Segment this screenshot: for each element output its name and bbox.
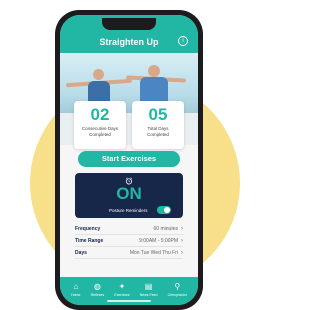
row-value: 60 minutes [153, 225, 178, 232]
home-indicator [107, 300, 151, 302]
reminder-toggle[interactable] [157, 206, 171, 214]
row-label: Days [75, 249, 87, 256]
photo-head [148, 65, 160, 77]
exercises-icon: ✦ [118, 282, 126, 291]
tab-chiropractor[interactable]: ⚲ Chiropractor [168, 277, 187, 305]
row-label: Time Range [75, 237, 104, 244]
phone-frame: Straighten Up i 02 Consecutive Days Comp… [55, 10, 203, 310]
stat-consecutive-days: 02 Consecutive Days Completed [74, 101, 126, 149]
stat-label: Consecutive Days Completed [81, 126, 119, 137]
chevron-right-icon: › [181, 237, 183, 244]
info-icon[interactable]: i [178, 36, 188, 46]
settings-row-time-range[interactable]: Time Range 9:00AM - 5:00PM › [75, 235, 183, 247]
home-icon: ⌂ [73, 282, 79, 291]
news-feed-icon: ▤ [144, 282, 153, 291]
tab-label: Reflexes [90, 293, 105, 297]
tab-label: Chiropractor [167, 293, 187, 297]
bottom-tab-bar: ⌂ Home ◍ Reflexes ✦ Exercises ▤ News Fee… [60, 277, 198, 305]
posture-reminder-card: ON Posture Reminders [75, 173, 183, 218]
reminder-status: ON [116, 184, 142, 203]
tab-label: Home [71, 293, 81, 297]
row-label: Frequency [75, 225, 101, 232]
reflexes-icon: ◍ [93, 282, 101, 291]
stat-value: 05 [148, 105, 168, 124]
reminder-settings: Frequency 60 minutes › Time Range 9:00AM… [75, 223, 183, 259]
stat-total-days: 05 Total Days Completed [132, 101, 184, 149]
row-value: Mon Tue Wed Thu Fri [129, 249, 178, 256]
chevron-right-icon: › [181, 225, 183, 232]
row-value: 9:00AM - 5:00PM [139, 237, 178, 244]
stat-label: Total Days Completed [147, 126, 169, 137]
start-exercises-button[interactable]: Start Exercises [78, 151, 180, 167]
tab-label: Exercises [114, 293, 130, 297]
settings-row-days[interactable]: Days Mon Tue Wed Thu Fri › [75, 247, 183, 259]
stat-value: 02 [90, 105, 110, 124]
app-screen: Straighten Up i 02 Consecutive Days Comp… [60, 15, 198, 305]
phone-notch [102, 18, 156, 30]
reminder-label: Posture Reminders [109, 208, 148, 213]
tab-home[interactable]: ⌂ Home [71, 277, 80, 305]
tab-label: News Feed [139, 293, 158, 297]
chiropractor-icon: ⚲ [174, 282, 181, 291]
stats-row: 02 Consecutive Days Completed 05 Total D… [74, 101, 184, 149]
settings-row-frequency[interactable]: Frequency 60 minutes › [75, 223, 183, 235]
chevron-right-icon: › [181, 249, 183, 256]
tab-reflexes[interactable]: ◍ Reflexes [91, 277, 105, 305]
photo-head [93, 69, 104, 80]
